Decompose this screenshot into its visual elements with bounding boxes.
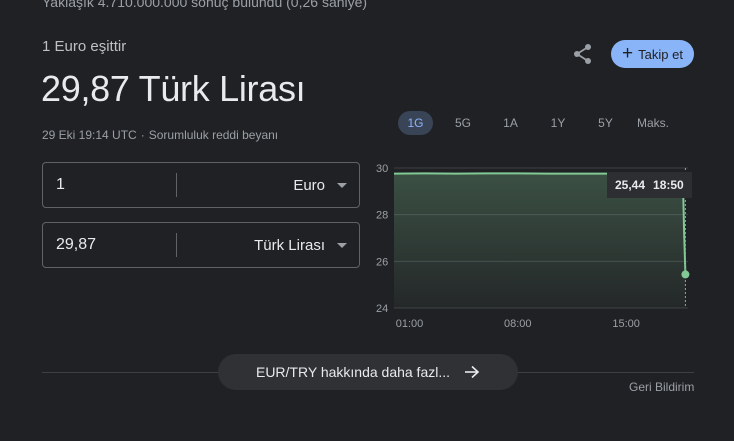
range-tab-1a[interactable]: 1A [493,111,528,135]
range-tab-1y[interactable]: 1Y [541,111,576,135]
y-tick-label: 30 [376,163,388,175]
x-tick-label: 01:00 [396,318,424,330]
chart-tooltip: 25,44 18:50 [607,172,692,198]
to-amount-input[interactable]: 29,87 [43,236,176,254]
x-tick-label: 15:00 [612,318,640,330]
more-about-button[interactable]: EUR/TRY hakkında daha fazl... [218,354,518,390]
amount-field-to: 29,87 Türk Lirası [42,222,360,268]
caret-down-icon [337,242,347,248]
follow-label: Takip et [638,46,683,62]
separator: · [140,128,145,142]
caret-down-icon [337,182,347,188]
to-currency-select[interactable]: Türk Lirası [177,237,359,254]
disclaimer-link[interactable]: Sorumluluk reddi beyanı [149,128,278,142]
y-tick-label: 28 [376,210,388,222]
timestamp-line: 29 Eki 19:14 UTC · Sorumluluk reddi beyanı [42,128,278,142]
equals-label: 1 Euro eşittir [42,38,127,55]
range-tabs: 1G 5G 1A 1Y 5Y Maks. [398,111,683,135]
current-point [681,270,690,279]
to-currency-label: Türk Lirası [254,236,325,254]
more-about-label: EUR/TRY hakkında daha fazl... [255,364,451,380]
from-currency-label: Euro [293,176,325,194]
share-button[interactable] [570,41,596,67]
share-icon [574,44,591,64]
tooltip-time: 18:50 [653,178,684,192]
y-tick-label: 24 [376,303,388,315]
arrow-right-icon [465,365,480,379]
range-tab-max[interactable]: Maks. [636,111,671,135]
amount-field-from: 1 Euro [42,162,360,208]
x-tick-label: 08:00 [504,318,532,330]
tooltip-value: 25,44 [615,178,646,192]
plus-icon: + [622,42,634,64]
from-currency-select[interactable]: Euro [177,177,359,194]
timestamp: 29 Eki 19:14 UTC [42,128,137,142]
from-amount-input[interactable]: 1 [43,176,176,194]
range-tab-1g[interactable]: 1G [398,111,433,135]
result-stats: Yaklaşık 4.710.000.000 sonuç bulundu (0,… [42,0,368,10]
range-tab-5y[interactable]: 5Y [588,111,623,135]
range-tab-5g[interactable]: 5G [446,111,481,135]
follow-button[interactable]: + Takip et [611,40,694,68]
y-tick-label: 26 [376,256,388,268]
conversion-result: 29,87 Türk Lirası [41,68,306,109]
feedback-link[interactable]: Geri Bildirim [629,380,694,394]
